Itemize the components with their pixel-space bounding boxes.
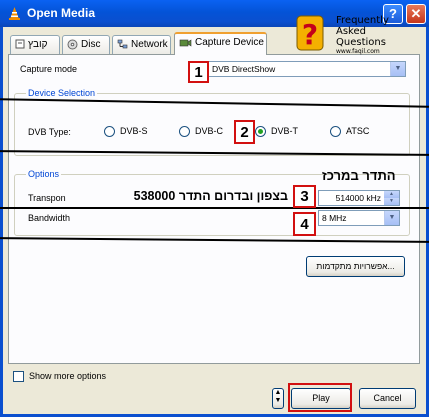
capture-mode-label: Capture mode — [20, 64, 78, 74]
window-title: Open Media — [27, 6, 96, 20]
network-icon — [117, 39, 128, 49]
bandwidth-select[interactable]: 8 MHz ▼ — [318, 210, 400, 226]
show-more-label: Show more options — [29, 371, 107, 381]
options-legend: Options — [26, 169, 62, 179]
capture-device-icon — [179, 39, 192, 47]
tab-capture-device-label: Capture Device — [195, 37, 264, 48]
radio-circle-icon — [330, 126, 341, 138]
play-highlight-box — [288, 383, 352, 412]
device-selection-legend: Device Selection — [26, 88, 98, 98]
faq-line2: Asked — [336, 26, 366, 37]
annotation-badge-1: 1 — [188, 61, 209, 83]
tab-file-label: קובץ — [28, 39, 48, 50]
annotation-badge-3: 3 — [293, 185, 316, 208]
transponder-spinbox[interactable]: 514000 kHz ▲ ▼ — [318, 190, 400, 206]
faq-line1: Frequently — [336, 15, 389, 26]
transponder-value: 514000 kHz — [335, 193, 381, 203]
radio-atsc[interactable]: ATSC — [330, 126, 370, 138]
chevron-updown-icon: ▲ ▼ — [274, 389, 282, 404]
annotation-badge-2: 2 — [234, 120, 255, 144]
advanced-options-button[interactable]: אפשרויות מתקדמות... — [306, 256, 405, 277]
tab-capture-device[interactable]: Capture Device — [174, 32, 267, 55]
bandwidth-value: 8 MHz — [322, 213, 347, 223]
faq-text: Frequently Asked Questions www.faqil.com — [336, 15, 389, 56]
cancel-button[interactable]: Cancel — [359, 388, 416, 409]
radio-circle-icon — [179, 126, 190, 138]
capture-mode-value: DVB DirectShow — [212, 64, 276, 74]
radio-dvb-s[interactable]: DVB-S — [104, 126, 148, 138]
play-dropdown-button[interactable]: ▲ ▼ — [272, 388, 284, 409]
radio-selected-icon — [255, 126, 266, 138]
tab-file[interactable]: קובץ — [10, 35, 60, 54]
annotation-line — [0, 207, 429, 209]
annotation-north-south-frequency: בצפון ובדרום התדר 538000 — [133, 189, 288, 203]
svg-text:?: ? — [302, 18, 318, 51]
spin-up-icon[interactable]: ▲ — [384, 191, 399, 198]
faq-url: www.faqil.com — [336, 48, 380, 55]
annotation-center-frequency: התדר במרכז — [322, 168, 396, 183]
bandwidth-label: Bandwidth — [28, 213, 71, 223]
radio-dvb-c[interactable]: DVB-C — [179, 126, 224, 138]
radio-atsc-label: ATSC — [346, 126, 370, 136]
close-button[interactable]: ✕ — [406, 4, 426, 24]
faq-logo: ? Frequently Asked Questions www.faqil.c… — [296, 15, 392, 63]
file-icon — [15, 39, 25, 49]
tab-network-label: Network — [131, 39, 168, 50]
faq-line3: Questions — [336, 37, 386, 48]
radio-dvb-s-label: DVB-S — [120, 126, 148, 136]
radio-dvb-c-label: DVB-C — [195, 126, 224, 136]
dvb-type-label: DVB Type: — [28, 127, 71, 137]
tab-network[interactable]: Network — [112, 35, 171, 54]
disc-icon — [67, 39, 78, 50]
capture-mode-select[interactable]: DVB DirectShow ▼ — [208, 61, 406, 77]
tab-disc[interactable]: Disc — [62, 35, 110, 54]
vlc-cone-icon — [9, 7, 20, 20]
question-mark-logo-icon: ? — [296, 15, 324, 51]
chevron-down-icon[interactable]: ▼ — [390, 62, 405, 76]
spin-down-icon[interactable]: ▼ — [384, 198, 399, 205]
tab-disc-label: Disc — [81, 39, 101, 50]
chevron-down-icon[interactable]: ▼ — [384, 211, 399, 225]
radio-dvb-t-label: DVB-T — [271, 126, 298, 136]
radio-circle-icon — [104, 126, 115, 138]
annotation-badge-4: 4 — [293, 212, 316, 236]
show-more-checkbox[interactable] — [13, 371, 24, 382]
transponder-label: Transpon — [28, 193, 66, 203]
radio-dvb-t[interactable]: DVB-T — [255, 126, 298, 138]
